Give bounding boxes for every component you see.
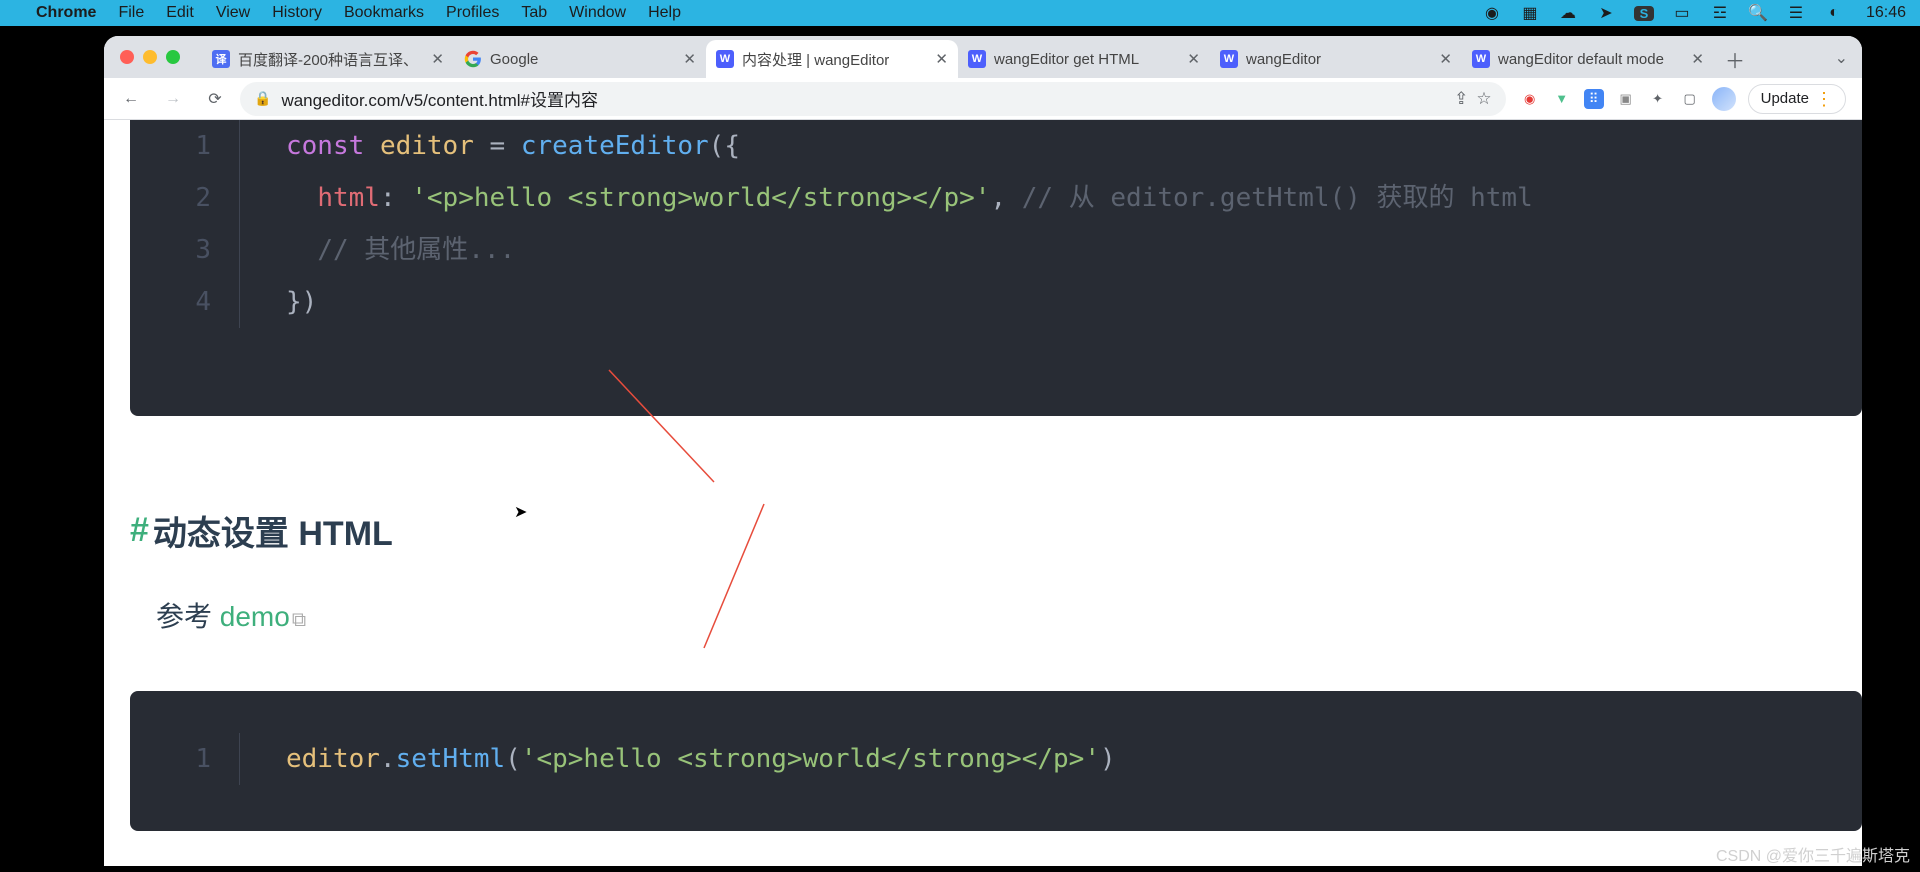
- tab-close-icon[interactable]: ✕: [1691, 50, 1704, 68]
- favicon-baidu-icon: 译: [212, 50, 230, 68]
- tab-wangeditor[interactable]: W wangEditor ✕: [1210, 40, 1462, 78]
- status-telegram-icon[interactable]: ➤: [1596, 3, 1616, 23]
- menu-file[interactable]: File: [118, 4, 144, 22]
- ext-vue-icon[interactable]: ▼: [1552, 89, 1572, 109]
- window-maximize-button[interactable]: [166, 50, 180, 64]
- watermark-text: CSDN @爱你三千遍斯塔克: [1716, 842, 1910, 866]
- menu-view[interactable]: View: [216, 4, 250, 22]
- side-panel-icon[interactable]: ▢: [1680, 89, 1700, 109]
- tab-wangeditor-gethtml[interactable]: W wangEditor get HTML ✕: [958, 40, 1210, 78]
- heading-text: 动态设置 HTML: [153, 506, 393, 555]
- window-controls: [120, 50, 180, 64]
- menu-tab[interactable]: Tab: [521, 4, 547, 22]
- menu-help[interactable]: Help: [648, 4, 681, 22]
- code-block-create-editor: 1 2 3 4const editor = createEditor({ htm…: [130, 120, 1862, 416]
- line-gutter: 1 2 3 4: [130, 120, 240, 328]
- bookmark-star-icon[interactable]: ☆: [1476, 89, 1491, 109]
- favicon-wangeditor-icon: W: [1472, 50, 1490, 68]
- window-minimize-button[interactable]: [143, 50, 157, 64]
- external-link-icon: ⧉: [292, 609, 306, 631]
- profile-avatar[interactable]: [1712, 87, 1736, 111]
- back-button[interactable]: ←: [114, 82, 148, 116]
- section-heading: # 动态设置 HTML: [130, 506, 1862, 555]
- extensions-puzzle-icon[interactable]: ✦: [1648, 89, 1668, 109]
- menu-profiles[interactable]: Profiles: [446, 4, 499, 22]
- status-grid-icon[interactable]: ▦: [1520, 3, 1540, 23]
- tab-close-icon[interactable]: ✕: [935, 50, 948, 68]
- demo-link[interactable]: demo: [220, 601, 290, 632]
- tab-close-icon[interactable]: ✕: [683, 50, 696, 68]
- favicon-wangeditor-icon: W: [968, 50, 986, 68]
- page-viewport: 1 2 3 4const editor = createEditor({ htm…: [104, 120, 1862, 866]
- chrome-window: 译 百度翻译-200种语言互译、 ✕ Google ✕ W 内容处理 | wan…: [104, 36, 1862, 866]
- tab-baidu-translate[interactable]: 译 百度翻译-200种语言互译、 ✕: [202, 40, 454, 78]
- update-menu-icon[interactable]: ⋮: [1815, 90, 1833, 108]
- tab-title: wangEditor: [1246, 51, 1431, 68]
- status-search-icon[interactable]: 🔍: [1748, 3, 1768, 23]
- app-name[interactable]: Chrome: [36, 4, 96, 22]
- tab-close-icon[interactable]: ✕: [1187, 50, 1200, 68]
- menubar-clock[interactable]: 16:46: [1866, 4, 1906, 22]
- tab-google[interactable]: Google ✕: [454, 40, 706, 78]
- para-prefix: 参考: [156, 601, 220, 632]
- reload-button[interactable]: ⟳: [198, 82, 232, 116]
- tab-wangeditor-default[interactable]: W wangEditor default mode ✕: [1462, 40, 1714, 78]
- ext-translate-icon[interactable]: ⠿: [1584, 89, 1604, 109]
- ext-adblock-icon[interactable]: ◉: [1520, 89, 1540, 109]
- update-label: Update: [1761, 90, 1809, 107]
- url-text: wangeditor.com/v5/content.html#设置内容: [281, 86, 598, 111]
- line-gutter: 1: [130, 733, 240, 785]
- status-skype-icon[interactable]: S: [1634, 6, 1654, 21]
- new-tab-button[interactable]: ＋: [1720, 44, 1750, 74]
- menu-history[interactable]: History: [272, 4, 322, 22]
- code-block-sethtml: 1editor.setHtml('<p>hello <strong>world<…: [130, 691, 1862, 831]
- status-control-center-icon[interactable]: ☰: [1786, 3, 1806, 23]
- extensions-area: ◉ ▼ ⠿ ▣ ✦ ▢ Update ⋮: [1514, 84, 1852, 114]
- status-wechat-icon[interactable]: ☁: [1558, 3, 1578, 23]
- heading-anchor-link[interactable]: #: [130, 511, 149, 550]
- status-siri-icon[interactable]: ◐: [1824, 4, 1844, 22]
- update-button[interactable]: Update ⋮: [1748, 84, 1846, 114]
- status-battery-icon[interactable]: ▭: [1672, 3, 1692, 23]
- tab-close-icon[interactable]: ✕: [1439, 50, 1452, 68]
- tab-list-chevron-icon[interactable]: ⌄: [1835, 48, 1848, 68]
- share-icon[interactable]: ⇪: [1454, 89, 1468, 109]
- lock-icon[interactable]: 🔒: [254, 90, 271, 107]
- tab-title: Google: [490, 51, 675, 68]
- tab-title: 内容处理 | wangEditor: [742, 49, 927, 70]
- mouse-cursor-icon: ➤: [514, 502, 527, 522]
- browser-toolbar: ← → ⟳ 🔒 wangeditor.com/v5/content.html#设…: [104, 78, 1862, 120]
- tab-title: wangEditor get HTML: [994, 51, 1179, 68]
- tab-close-icon[interactable]: ✕: [431, 50, 444, 68]
- macos-menubar: Chrome File Edit View History Bookmarks …: [0, 0, 1920, 26]
- ext-generic-icon[interactable]: ▣: [1616, 89, 1636, 109]
- favicon-wangeditor-icon: W: [1220, 50, 1238, 68]
- forward-button[interactable]: →: [156, 82, 190, 116]
- favicon-google-icon: [464, 50, 482, 68]
- code-content[interactable]: editor.setHtml('<p>hello <strong>world</…: [240, 733, 1116, 785]
- tab-strip: 译 百度翻译-200种语言互译、 ✕ Google ✕ W 内容处理 | wan…: [104, 36, 1862, 78]
- code-content[interactable]: const editor = createEditor({ html: '<p>…: [240, 120, 1533, 328]
- address-bar[interactable]: 🔒 wangeditor.com/v5/content.html#设置内容 ⇪ …: [240, 82, 1506, 116]
- status-wifi-icon[interactable]: ☲: [1710, 3, 1730, 23]
- status-record-icon[interactable]: ◉: [1482, 3, 1502, 23]
- favicon-wangeditor-icon: W: [716, 50, 734, 68]
- window-close-button[interactable]: [120, 50, 134, 64]
- reference-paragraph: 参考 demo⧉: [156, 595, 1862, 635]
- menu-edit[interactable]: Edit: [166, 4, 194, 22]
- menu-bookmarks[interactable]: Bookmarks: [344, 4, 424, 22]
- menu-window[interactable]: Window: [569, 4, 626, 22]
- tab-wangeditor-content[interactable]: W 内容处理 | wangEditor ✕: [706, 40, 958, 78]
- tab-title: wangEditor default mode: [1498, 51, 1683, 68]
- tab-title: 百度翻译-200种语言互译、: [238, 49, 423, 70]
